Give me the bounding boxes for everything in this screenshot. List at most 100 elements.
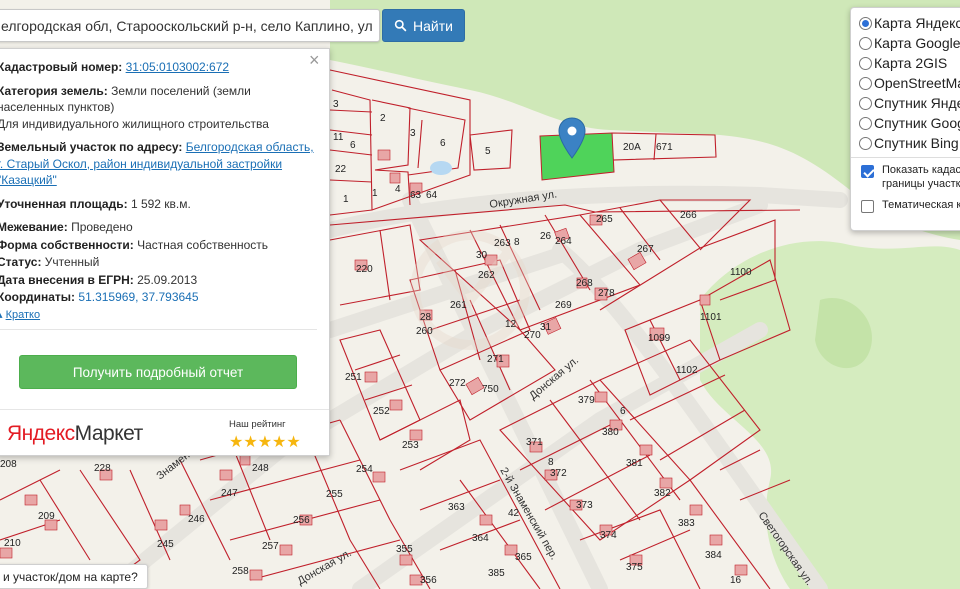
radio-icon[interactable] bbox=[859, 56, 872, 70]
parcel-number: 253 bbox=[402, 440, 419, 451]
parcel-number: 372 bbox=[550, 468, 567, 479]
parcel-number: 260 bbox=[416, 326, 433, 337]
cadastral-boundaries-label: Показать кадастровыеграницы участков bbox=[882, 164, 960, 191]
ownership-row: Форма собственности: Частная собственнос… bbox=[0, 237, 321, 254]
brief-label[interactable]: Кратко bbox=[6, 309, 41, 321]
brief-toggle[interactable]: ▴ Кратко bbox=[0, 307, 321, 321]
parcel-number: 270 bbox=[524, 330, 541, 341]
parcel-number: 209 bbox=[38, 511, 55, 522]
parcel-number: 1 bbox=[372, 188, 378, 199]
map-layers-panel: Карта Яндекс Карта Google Карта 2GIS OpenSt… bbox=[850, 7, 960, 231]
parcel-number: 8 bbox=[514, 237, 520, 248]
coords-link[interactable]: 51.315969, 37.793645 bbox=[78, 290, 198, 304]
parcel-number: 365 bbox=[515, 552, 532, 563]
radio-selected-icon[interactable] bbox=[859, 16, 872, 30]
parcel-number: 3 bbox=[410, 128, 416, 139]
layer-option-label: Карта Google bbox=[874, 35, 960, 51]
parcel-number: 16 bbox=[730, 575, 742, 586]
parcel-number: 374 bbox=[600, 530, 617, 541]
parcel-number: 379 bbox=[578, 395, 595, 406]
yandex-word: Яндекс bbox=[7, 422, 75, 445]
address-link-3[interactable]: "Казацкий" bbox=[0, 173, 57, 187]
status-label: Статус: bbox=[0, 255, 42, 269]
layer-option-label: Карта 2GIS bbox=[874, 55, 948, 71]
layer-option[interactable]: Карта Google bbox=[859, 33, 960, 53]
area-label: Уточненная площадь: bbox=[0, 196, 128, 211]
parcel-number: 373 bbox=[576, 500, 593, 511]
search-button[interactable]: Найти bbox=[382, 9, 465, 42]
coords-label: Координаты: bbox=[0, 290, 76, 304]
parcel-number: 363 bbox=[448, 502, 465, 513]
category-value: Земли поселений (земли bbox=[111, 83, 251, 98]
checkbox-icon[interactable] bbox=[861, 200, 874, 213]
parcel-number: 30 bbox=[476, 250, 488, 261]
parcel-number: 2 bbox=[380, 113, 386, 124]
radio-icon[interactable] bbox=[859, 36, 872, 50]
parcel-number: 22 bbox=[335, 164, 347, 175]
address-link-2[interactable]: г. Старый Оскол, район индивидуальной за… bbox=[0, 157, 282, 171]
address-label: Земельный участок по адресу: bbox=[0, 140, 183, 154]
layer-option[interactable]: Спутник Google bbox=[859, 113, 960, 133]
date-row: Дата внесения в ЕГРН: 25.09.2013 bbox=[0, 272, 321, 289]
radio-icon[interactable] bbox=[859, 96, 872, 110]
radio-icon[interactable] bbox=[859, 116, 872, 130]
search-button-label: Найти bbox=[413, 17, 453, 34]
parcel-number: 671 bbox=[656, 142, 673, 153]
parcel-number: 1100 bbox=[730, 267, 752, 278]
parcel-number: 245 bbox=[157, 539, 174, 550]
parcel-number: 385 bbox=[488, 568, 505, 579]
category-label: Категория земель: bbox=[0, 83, 108, 98]
parcel-number: 255 bbox=[326, 489, 343, 500]
status-row: Статус: Учтенный bbox=[0, 254, 321, 271]
divider bbox=[0, 328, 317, 330]
parcel-number: 6 bbox=[620, 406, 626, 417]
parcel-number: 6 bbox=[350, 140, 356, 151]
checkbox-checked-icon[interactable] bbox=[861, 165, 874, 178]
radio-icon[interactable] bbox=[859, 76, 872, 90]
parcel-number: 267 bbox=[637, 244, 654, 255]
layer-option[interactable]: Спутник Bing bbox=[859, 133, 960, 153]
find-parcel-prompt[interactable]: и участок/дом на карте? bbox=[0, 564, 148, 589]
layer-list: Карта Яндекс Карта Google Карта 2GIS OpenSt… bbox=[859, 13, 960, 153]
parcel-number: 28 bbox=[420, 312, 432, 323]
parcel-number: 263 bbox=[494, 238, 511, 249]
radio-icon[interactable] bbox=[859, 136, 872, 150]
parcel-number: 5 bbox=[485, 146, 491, 157]
cadastral-link[interactable]: 31:05:0103002:672 bbox=[126, 60, 229, 74]
ownership-label: Форма собственности: bbox=[0, 237, 134, 252]
cadastral-boundaries-toggle[interactable]: Показать кадастровыеграницы участков bbox=[859, 164, 960, 191]
address-link-1[interactable]: Белгородская область, bbox=[186, 140, 314, 154]
parcel-number: 1102 bbox=[676, 365, 698, 376]
coords-row: Координаты: 51.315969, 37.793645 bbox=[0, 289, 321, 306]
survey-row: Межевание: Проведено bbox=[0, 219, 321, 236]
close-icon[interactable]: × bbox=[309, 51, 323, 69]
parcel-number: 257 bbox=[262, 541, 279, 552]
layer-option-label: Спутник Google bbox=[874, 115, 960, 131]
parcel-number: 248 bbox=[252, 463, 269, 474]
parcel-number: 4 bbox=[395, 184, 401, 195]
parcel-number: 382 bbox=[654, 488, 671, 499]
parcel-number: 381 bbox=[626, 458, 643, 469]
layer-option[interactable]: Спутник Яндекс bbox=[859, 93, 960, 113]
parcel-number: 262 bbox=[478, 270, 495, 281]
parcel-number: 258 bbox=[232, 566, 249, 577]
parcel-number: 6 bbox=[440, 138, 446, 149]
layer-option[interactable]: OpenStreetMap bbox=[859, 73, 960, 93]
parcel-number: 271 bbox=[487, 354, 504, 365]
search-input[interactable]: елгородская обл, Старооскольский р-н, се… bbox=[0, 9, 380, 42]
parcel-number: 63 bbox=[410, 190, 422, 201]
parcel-number: 251 bbox=[345, 372, 362, 383]
get-report-button[interactable]: Получить подробный отчет bbox=[19, 355, 297, 389]
layer-option-label: Спутник Bing bbox=[874, 135, 959, 151]
parcel-number: 264 bbox=[555, 236, 572, 247]
layer-option[interactable]: Карта 2GIS bbox=[859, 53, 960, 73]
parcel-number: 1 bbox=[343, 194, 349, 205]
yandex-market-widget[interactable]: ЯндексМаркет Наш рейтинг ★★★★★ bbox=[0, 409, 329, 457]
parcel-number: 3 bbox=[333, 99, 339, 110]
ownership-value: Частная собственность bbox=[137, 237, 269, 252]
layer-option-label: OpenStreetMap bbox=[874, 75, 960, 91]
caret-up-icon: ▴ bbox=[0, 309, 3, 321]
layer-option[interactable]: Карта Яндекс bbox=[859, 13, 960, 33]
parcel-number: 26 bbox=[540, 231, 552, 242]
thematic-map-toggle[interactable]: Тематическая карта bbox=[859, 199, 960, 213]
